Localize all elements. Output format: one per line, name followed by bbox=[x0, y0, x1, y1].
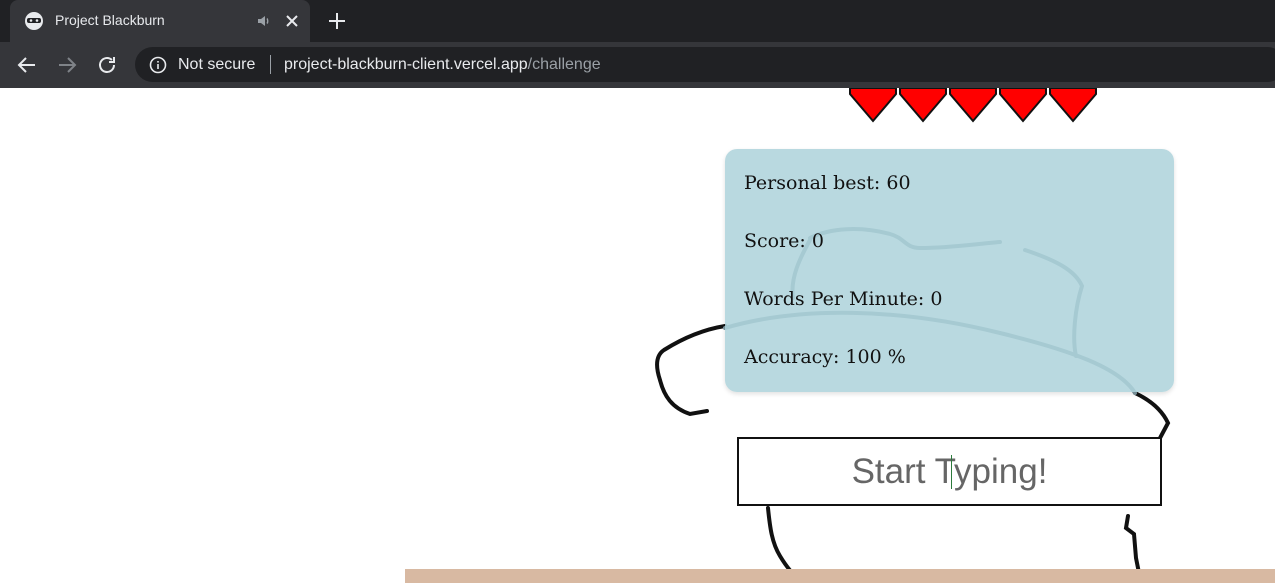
reload-icon[interactable] bbox=[95, 53, 119, 77]
ground-strip bbox=[405, 569, 1275, 583]
forward-arrow-icon[interactable] bbox=[55, 53, 79, 77]
heart-icon bbox=[1049, 88, 1097, 123]
url-path: /challenge bbox=[527, 56, 601, 73]
omnibox-divider bbox=[270, 55, 271, 74]
typing-input[interactable]: Start Typing! bbox=[737, 437, 1162, 506]
accuracy-text: Accuracy: 100 % bbox=[744, 346, 906, 368]
ninja-favicon-icon bbox=[25, 12, 43, 30]
tab-strip: Project Blackburn bbox=[0, 0, 1275, 42]
typing-prompt: Start Typing! bbox=[851, 452, 1048, 491]
close-tab-icon[interactable] bbox=[283, 12, 301, 30]
info-icon[interactable] bbox=[149, 56, 167, 74]
heart-icon bbox=[849, 88, 897, 123]
heart-icon bbox=[999, 88, 1047, 123]
url-text[interactable]: project-blackburn-client.vercel.app/chal… bbox=[284, 56, 601, 74]
browser-tab[interactable]: Project Blackburn bbox=[10, 0, 310, 42]
browser-toolbar: Not secure project-blackburn-client.verc… bbox=[0, 42, 1275, 88]
tab-title: Project Blackburn bbox=[55, 12, 165, 28]
lives-hearts bbox=[849, 88, 1097, 123]
stats-card: Personal best: 60 Score: 0 Words Per Min… bbox=[725, 149, 1174, 392]
personal-best-text: Personal best: 60 bbox=[744, 172, 911, 194]
text-caret bbox=[951, 455, 952, 489]
url-host: project-blackburn-client.vercel.app bbox=[284, 56, 528, 73]
security-label[interactable]: Not secure bbox=[178, 56, 255, 74]
address-bar[interactable]: Not secure project-blackburn-client.verc… bbox=[135, 47, 1275, 82]
new-tab-icon[interactable] bbox=[326, 10, 348, 32]
speaker-icon[interactable] bbox=[255, 12, 273, 30]
score-text: Score: 0 bbox=[744, 230, 824, 252]
wpm-text: Words Per Minute: 0 bbox=[744, 288, 943, 310]
back-arrow-icon[interactable] bbox=[15, 53, 39, 77]
challenge-page: Personal best: 60 Score: 0 Words Per Min… bbox=[0, 88, 1275, 583]
heart-icon bbox=[899, 88, 947, 123]
heart-icon bbox=[949, 88, 997, 123]
